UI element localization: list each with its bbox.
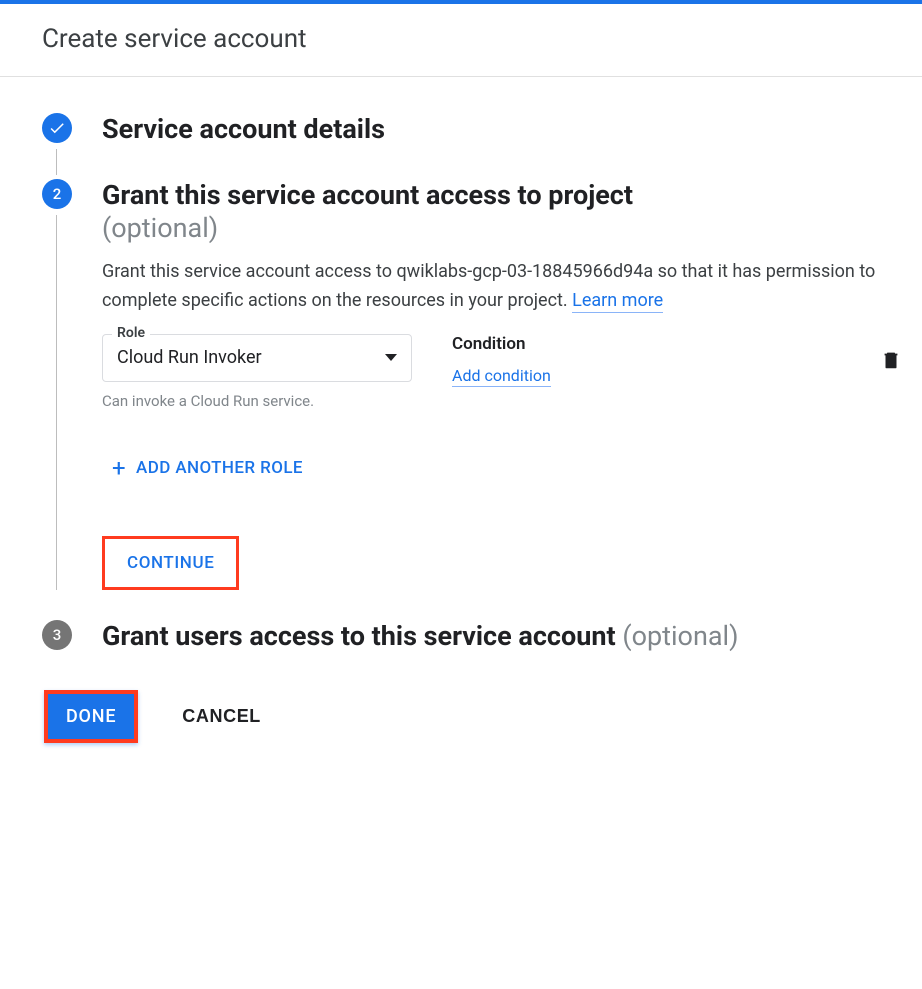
delete-role-button[interactable] (880, 348, 902, 376)
step-2-description: Grant this service account access to qwi… (102, 258, 902, 316)
condition-label: Condition (452, 334, 551, 354)
role-select[interactable]: Cloud Run Invoker (102, 334, 412, 382)
role-row: Role Cloud Run Invoker Can invoke a Clou… (102, 334, 902, 410)
condition-column: Condition Add condition (452, 334, 902, 385)
step-connector (56, 149, 57, 175)
project-id: qwiklabs-gcp-03-18845966d94a (396, 261, 653, 282)
step-3-title: Grant users access to this service accou… (102, 620, 902, 652)
wizard-content: Service account details 2 Grant this ser… (0, 77, 922, 763)
step-3-number-badge: 3 (42, 620, 72, 650)
footer-actions: DONE CANCEL (42, 690, 902, 743)
step-connector (56, 215, 57, 589)
done-button[interactable]: DONE (44, 690, 138, 743)
step-1-check-icon (42, 113, 72, 143)
role-help-text: Can invoke a Cloud Run service. (102, 392, 412, 410)
plus-icon: + (112, 456, 126, 480)
step-2: 2 Grant this service account access to p… (42, 179, 902, 589)
page-header: Create service account (0, 4, 922, 77)
add-another-role-button[interactable]: + ADD ANOTHER ROLE (102, 456, 303, 480)
role-field: Role Cloud Run Invoker Can invoke a Clou… (102, 334, 412, 410)
step-2-number-badge: 2 (42, 179, 72, 209)
step-1: Service account details (42, 113, 902, 145)
step-3-optional-label: (optional) (622, 620, 738, 652)
continue-button[interactable]: CONTINUE (102, 536, 239, 590)
learn-more-link[interactable]: Learn more (572, 290, 663, 313)
page-title: Create service account (42, 24, 892, 54)
step-3: 3 Grant users access to this service acc… (42, 620, 902, 652)
step-1-title: Service account details (102, 113, 902, 145)
step-2-title: Grant this service account access to pro… (102, 179, 902, 244)
role-field-label: Role (112, 325, 150, 341)
chevron-down-icon (385, 354, 397, 361)
step-2-optional-label: (optional) (102, 212, 218, 244)
cancel-button[interactable]: CANCEL (176, 705, 267, 728)
add-condition-link[interactable]: Add condition (452, 366, 551, 387)
trash-icon (880, 357, 902, 376)
role-select-value: Cloud Run Invoker (117, 347, 262, 368)
